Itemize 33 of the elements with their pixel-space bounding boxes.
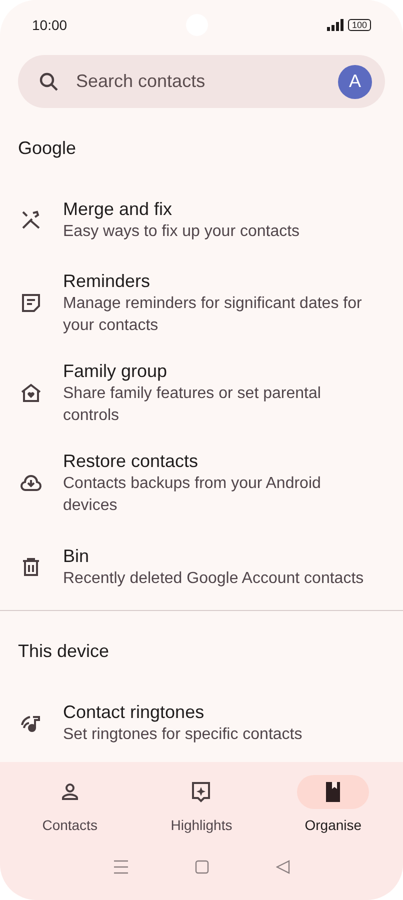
settings-item[interactable]: Restore contacts Contacts backups from your Android devices <box>0 438 403 528</box>
item-title: Family group <box>63 360 168 383</box>
back-icon[interactable] <box>276 860 290 874</box>
settings-item[interactable]: Reminders Manage reminders for significant dates for your contacts <box>0 258 403 348</box>
settings-item[interactable]: Bin Recently deleted Google Account contacts <box>0 528 403 605</box>
item-title: Contact ringtones <box>63 700 206 724</box>
item-title: Reminders <box>63 270 152 293</box>
item-subtitle: Recently deleted Google Account contacts <box>63 568 365 588</box>
nav-tab[interactable]: Contacts <box>14 775 125 836</box>
section-header: This device <box>17 640 110 662</box>
home-heart-icon <box>19 381 43 405</box>
item-subtitle: Contacts backups from your Android devices <box>63 474 322 516</box>
item-subtitle: Share family features or set parental controls <box>63 384 322 426</box>
section-header: Google <box>17 137 78 159</box>
item-subtitle: Set ringtones for specific contacts <box>63 724 304 744</box>
search-field[interactable]: Search contacts A <box>18 55 385 108</box>
signal-icon <box>326 19 344 31</box>
item-title: Bin <box>63 544 90 568</box>
settings-item[interactable]: Merge and fix Easy ways to fix up your contacts <box>0 181 403 258</box>
note-icon <box>19 291 43 315</box>
item-title: Restore contacts <box>63 450 200 473</box>
nav-tab[interactable]: Highlights <box>146 775 256 836</box>
settings-item[interactable]: Contact ringtones Set ringtones for specific contacts <box>0 684 403 761</box>
menu-icon[interactable] <box>113 860 130 874</box>
item-title: Merge and fix <box>63 198 174 220</box>
nav-tab[interactable]: Organise <box>278 775 388 836</box>
battery-indicator: 100 <box>348 19 371 31</box>
settings-item[interactable]: Family group Share family features or set parental controls <box>0 348 403 438</box>
home-button-icon[interactable] <box>195 860 210 874</box>
item-subtitle: Easy ways to fix up your contacts <box>63 222 301 242</box>
item-subtitle: Manage reminders for significant dates for your contacts <box>63 294 363 336</box>
avatar[interactable]: A <box>338 64 372 98</box>
status-time: 10:00 <box>32 16 68 34</box>
